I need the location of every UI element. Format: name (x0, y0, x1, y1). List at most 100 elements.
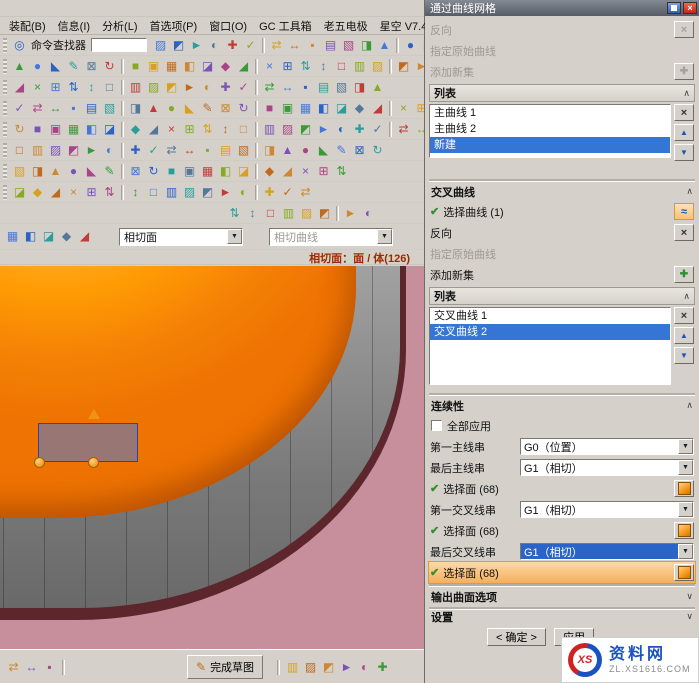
toolbar-icon[interactable]: ↔ (23, 659, 40, 676)
toolbar-icon[interactable]: ↻ (369, 142, 386, 159)
list-remove-button[interactable]: × (674, 104, 694, 121)
toolbar-icon[interactable]: ▥ (163, 184, 180, 201)
toolbar-icon[interactable]: ▤ (83, 100, 100, 117)
toolbar-icon[interactable]: □ (235, 121, 252, 138)
menu-item[interactable]: 装配(B) (4, 17, 51, 35)
collapse-chevron-icon[interactable]: ∨ (686, 611, 693, 622)
menu-item[interactable]: 信息(I) (53, 17, 95, 35)
toolbar-icon[interactable]: ⇄ (268, 37, 285, 54)
toolbar-icon[interactable]: ■ (127, 58, 144, 75)
toolbar-icon[interactable]: ◩ (320, 659, 337, 676)
dropdown-arrow-icon[interactable]: ▼ (678, 544, 693, 559)
toolbar-icon[interactable]: ◪ (333, 100, 350, 117)
toolbar-icon[interactable]: ✓ (369, 121, 386, 138)
toolbar-icon[interactable]: ◢ (369, 100, 386, 117)
toolbar-icon[interactable]: ▨ (145, 79, 162, 96)
ok-button[interactable]: < 确定 > (487, 628, 546, 646)
toolbar-icon[interactable]: ↻ (235, 100, 252, 117)
toolbar-icon[interactable]: ▣ (145, 58, 162, 75)
toolbar-icon[interactable]: ◣ (83, 163, 100, 180)
toolbar-icon[interactable]: ▤ (217, 142, 234, 159)
toolbar-icon[interactable]: ► (338, 659, 355, 676)
toolbar-icon[interactable]: ◧ (181, 58, 198, 75)
toolbar-icon[interactable]: ◢ (279, 163, 296, 180)
toolbar-icon[interactable]: × (261, 58, 278, 75)
toolbar-icon[interactable]: ◐ (360, 205, 377, 222)
toolbar-icon[interactable]: ↔ (181, 142, 198, 159)
toolbar-icon[interactable]: ■ (261, 100, 278, 117)
list-move-up-button[interactable]: ▲ (674, 124, 694, 141)
toolbar-icon[interactable]: ◆ (58, 228, 75, 245)
toolbar-icon[interactable]: ◣ (47, 58, 64, 75)
list-move-down-button[interactable]: ▼ (674, 144, 694, 161)
toolbar-icon[interactable]: ◐ (356, 659, 373, 676)
toolbar-icon[interactable]: ▪ (65, 100, 82, 117)
toolbar-icon[interactable]: ↔ (279, 79, 296, 96)
collapse-chevron-icon[interactable]: ∧ (683, 88, 690, 99)
toolbar-icon[interactable]: □ (145, 184, 162, 201)
select-face-row[interactable]: ✔选择面 (68) (429, 520, 695, 541)
menu-item[interactable]: 窗口(O) (204, 17, 252, 35)
dropdown-arrow-icon[interactable]: ▼ (678, 502, 693, 517)
toolbar-icon[interactable]: ▨ (181, 184, 198, 201)
toolbar-icon[interactable]: ◐ (101, 142, 118, 159)
toolbar-icon[interactable]: ↔ (286, 37, 303, 54)
toolbar-icon[interactable]: ⇄ (297, 184, 314, 201)
toolbar-icon[interactable]: ► (413, 58, 424, 75)
toolbar-icon[interactable]: ▪ (199, 142, 216, 159)
toolbar-icon[interactable]: ● (29, 58, 46, 75)
toolbar-icon[interactable]: ⇅ (65, 79, 82, 96)
toolbar-icon[interactable]: ◨ (29, 163, 46, 180)
toolbar-icon[interactable]: □ (333, 58, 350, 75)
toolbar-icon[interactable]: ⇄ (395, 121, 412, 138)
toolbar-icon[interactable]: ◆ (29, 184, 46, 201)
toolbar-icon[interactable]: ◆ (217, 58, 234, 75)
continuity-dropdown[interactable]: G1（相切）▼ (520, 501, 694, 518)
toolbar-icon[interactable]: ⇅ (101, 184, 118, 201)
toolbar-icon[interactable]: ↕ (315, 58, 332, 75)
toolbar-icon[interactable]: ◣ (420, 37, 424, 54)
toolbar-icon[interactable]: ▦ (65, 121, 82, 138)
toolbar-icon[interactable]: ✚ (217, 79, 234, 96)
list-item[interactable]: 交叉曲线 2 (430, 324, 670, 340)
collapse-chevron-icon[interactable]: ∧ (683, 291, 690, 302)
list-item[interactable]: 新建 (430, 137, 670, 153)
toolbar-icon[interactable]: ✚ (127, 142, 144, 159)
toolbar-icon[interactable]: ● (297, 142, 314, 159)
toolbar-handle[interactable] (3, 59, 7, 74)
toolbar-icon[interactable]: ◆ (261, 163, 278, 180)
toolbar-icon[interactable]: ↻ (11, 121, 28, 138)
toolbar-icon[interactable]: ◢ (235, 58, 252, 75)
toolbar-icon[interactable]: ↻ (145, 163, 162, 180)
list-item[interactable]: 主曲线 2 (430, 121, 670, 137)
toolbar-icon[interactable]: ⊞ (181, 121, 198, 138)
finish-sketch-button[interactable]: ✎ 完成草图 (187, 655, 263, 679)
toolbar-icon[interactable]: ▦ (199, 163, 216, 180)
apply-all-checkbox[interactable] (431, 420, 442, 431)
toolbar-icon[interactable]: ◨ (127, 100, 144, 117)
list-item[interactable]: 主曲线 1 (430, 105, 670, 121)
toolbar-icon[interactable]: ▲ (369, 79, 386, 96)
toolbar-handle[interactable] (3, 80, 7, 95)
toolbar-icon[interactable]: ▪ (41, 659, 58, 676)
toolbar-icon[interactable]: ▨ (279, 121, 296, 138)
toolbar-handle[interactable] (3, 122, 7, 137)
list-remove-button[interactable]: × (674, 307, 694, 324)
selection-rectangle[interactable] (38, 423, 138, 462)
toolbar-icon[interactable]: ◨ (358, 37, 375, 54)
toolbar-icon[interactable]: ▨ (369, 58, 386, 75)
toolbar-icon[interactable]: ⇄ (261, 79, 278, 96)
toolbar-icon[interactable]: ↕ (244, 205, 261, 222)
toolbar-icon[interactable]: ✚ (351, 121, 368, 138)
primary-list-header[interactable]: 列表 ∧ (429, 84, 695, 102)
toolbar-icon[interactable]: ◣ (181, 100, 198, 117)
toolbar-icon[interactable]: ▧ (101, 100, 118, 117)
command-finder-input[interactable] (91, 38, 147, 52)
toolbar-icon[interactable]: ✓ (235, 79, 252, 96)
toolbar-icon[interactable]: ⊠ (127, 163, 144, 180)
toolbar-icon[interactable]: ▥ (280, 205, 297, 222)
menu-item[interactable]: GC 工具箱 (254, 17, 317, 35)
toolbar-icon[interactable]: ◩ (395, 58, 412, 75)
toolbar-icon[interactable]: ✓ (242, 37, 259, 54)
toolbar-icon[interactable]: ✚ (224, 37, 241, 54)
